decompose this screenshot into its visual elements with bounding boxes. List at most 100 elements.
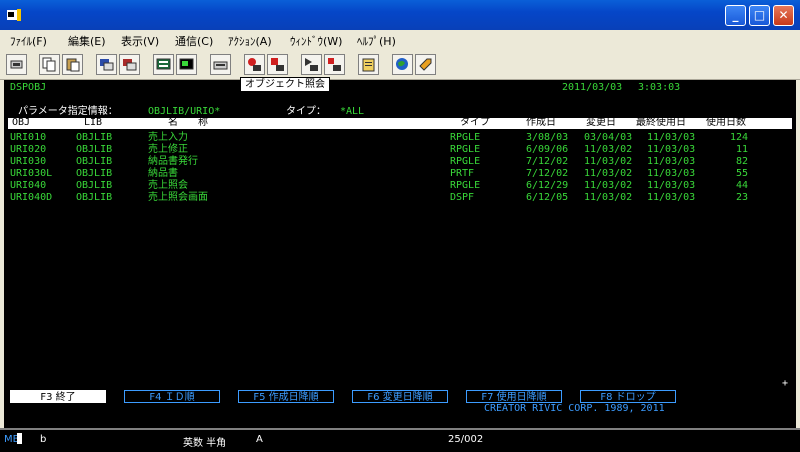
column-header-row: OBJ LIB 名 称 タイプ 作成日 変更日 最終使用日 使用日数 <box>8 117 792 129</box>
cursor-block <box>17 433 22 444</box>
row-created: 7/12/02 <box>526 156 569 167</box>
param-label: パラメータ指定情報： <box>18 106 118 117</box>
row-created: 6/12/29 <box>526 180 569 191</box>
row-name: 売上修正 <box>148 144 188 155</box>
row-last-used: 11/03/03 <box>647 180 696 191</box>
row-lib: OBJLIB <box>76 132 113 143</box>
menu-view[interactable]: 表示(V) <box>121 33 159 49</box>
row-days-used: 23 <box>735 192 748 203</box>
row-created: 6/12/05 <box>526 192 569 203</box>
header-lib: LIB <box>84 117 103 128</box>
status-indicator: b <box>40 434 47 445</box>
row-name: 納品書発行 <box>148 156 198 167</box>
menu-communication[interactable]: 通信(C) <box>175 33 213 49</box>
print-screen-icon[interactable] <box>6 54 27 75</box>
type-value: *ALL <box>340 106 365 117</box>
header-obj: OBJ <box>12 117 31 128</box>
row-changed: 11/03/02 <box>584 192 633 203</box>
row-type: DSPF <box>450 192 475 203</box>
f6-changed-desc-button[interactable]: F6 変更日降順 <box>352 390 448 403</box>
copy-icon[interactable] <box>39 54 60 75</box>
app-icon[interactable] <box>6 7 22 23</box>
toolbar <box>0 50 800 80</box>
tooltip: オブジェクト照会 <box>240 77 330 92</box>
header-type: タイプ <box>460 117 490 128</box>
display-icon[interactable] <box>176 54 197 75</box>
row-obj: URI030L <box>10 168 53 179</box>
f8-drop-button[interactable]: F8 ドロップ <box>580 390 676 403</box>
paste-icon[interactable] <box>62 54 83 75</box>
screen-date: 2011/03/03 <box>562 82 623 93</box>
record-icon[interactable] <box>244 54 265 75</box>
header-created: 作成日 <box>526 117 556 128</box>
close-button[interactable]: ✕ <box>773 5 794 26</box>
row-days-used: 82 <box>735 156 748 167</box>
play-macro-icon[interactable] <box>301 54 322 75</box>
tag-icon[interactable] <box>415 54 436 75</box>
row-days-used: 55 <box>735 168 748 179</box>
clipboard-icon[interactable] <box>358 54 379 75</box>
row-lib: OBJLIB <box>76 180 113 191</box>
row-obj: URI040 <box>10 180 47 191</box>
type-label: タイプ： <box>286 106 326 117</box>
row-created: 3/08/03 <box>526 132 569 143</box>
minimize-button[interactable]: _ <box>725 5 746 26</box>
menu-file[interactable]: ﾌｧｲﾙ(F) <box>10 33 47 49</box>
terminal-screen[interactable]: オブジェクト照会 DSPOBJ 2011/03/03 3:03:03 パラメータ… <box>4 77 796 428</box>
pause-macro-icon[interactable] <box>324 54 345 75</box>
row-days-used: 11 <box>735 144 748 155</box>
transfer-icon[interactable] <box>153 54 174 75</box>
row-name: 売上照会 <box>148 180 188 191</box>
keyboard-icon[interactable] <box>210 54 231 75</box>
row-obj: URI020 <box>10 144 47 155</box>
title-bar: _ □ ✕ <box>0 0 800 30</box>
status-input-mode: 英数 半角 <box>183 438 227 449</box>
session2-icon[interactable] <box>119 54 140 75</box>
row-name: 売上入力 <box>148 132 188 143</box>
session-icon[interactable] <box>96 54 117 75</box>
maximize-button[interactable]: □ <box>749 5 770 26</box>
screen-time: 3:03:03 <box>638 82 681 93</box>
row-obj: URI010 <box>10 132 47 143</box>
row-lib: OBJLIB <box>76 156 113 167</box>
program-name: DSPOBJ <box>10 82 47 93</box>
menu-action[interactable]: ｱｸｼｮﾝ(A) <box>228 33 272 49</box>
menu-bar: ﾌｧｲﾙ(F) 編集(E) 表示(V) 通信(C) ｱｸｼｮﾝ(A) ｳｨﾝﾄﾞ… <box>0 30 800 50</box>
status-bar: MB b 英数 半角 A 25/002 <box>0 428 800 452</box>
f5-created-desc-button[interactable]: F5 作成日降順 <box>238 390 334 403</box>
more-indicator: + <box>782 378 789 389</box>
row-obj: URI040D <box>10 192 53 203</box>
menu-window[interactable]: ｳｨﾝﾄﾞｳ(W) <box>290 33 342 49</box>
row-days-used: 124 <box>729 132 748 143</box>
row-type: RPGLE <box>450 132 481 143</box>
row-last-used: 11/03/03 <box>647 156 696 167</box>
row-type: RPGLE <box>450 144 481 155</box>
row-last-used: 11/03/03 <box>647 132 696 143</box>
row-changed: 11/03/02 <box>584 144 633 155</box>
header-days-used: 使用日数 <box>706 117 746 128</box>
copyright-text: CREATOR RIVIC CORP. 1989, 2011 <box>484 403 665 414</box>
status-field: A <box>256 434 263 445</box>
menu-help[interactable]: ﾍﾙﾌﾟ(H) <box>357 33 396 49</box>
menu-edit[interactable]: 編集(E) <box>68 33 106 49</box>
header-changed: 変更日 <box>586 117 616 128</box>
header-name: 名 称 <box>168 117 208 128</box>
globe-icon[interactable] <box>392 54 413 75</box>
header-last-used: 最終使用日 <box>636 117 686 128</box>
row-last-used: 11/03/03 <box>647 192 696 203</box>
row-name: 納品書 <box>148 168 178 179</box>
row-type: RPGLE <box>450 180 481 191</box>
row-changed: 11/03/02 <box>584 168 633 179</box>
row-lib: OBJLIB <box>76 168 113 179</box>
status-cursor-position: 25/002 <box>448 434 484 445</box>
row-lib: OBJLIB <box>76 192 113 203</box>
f4-id-order-button[interactable]: F4 ＩＤ順 <box>124 390 220 403</box>
f7-used-desc-button[interactable]: F7 使用日降順 <box>466 390 562 403</box>
row-obj: URI030 <box>10 156 47 167</box>
stop-record-icon[interactable] <box>267 54 288 75</box>
row-changed: 03/04/03 <box>584 132 633 143</box>
f3-exit-button[interactable]: F3 終了 <box>10 390 106 403</box>
row-changed: 11/03/02 <box>584 156 633 167</box>
row-type: RPGLE <box>450 156 481 167</box>
row-type: PRTF <box>450 168 475 179</box>
